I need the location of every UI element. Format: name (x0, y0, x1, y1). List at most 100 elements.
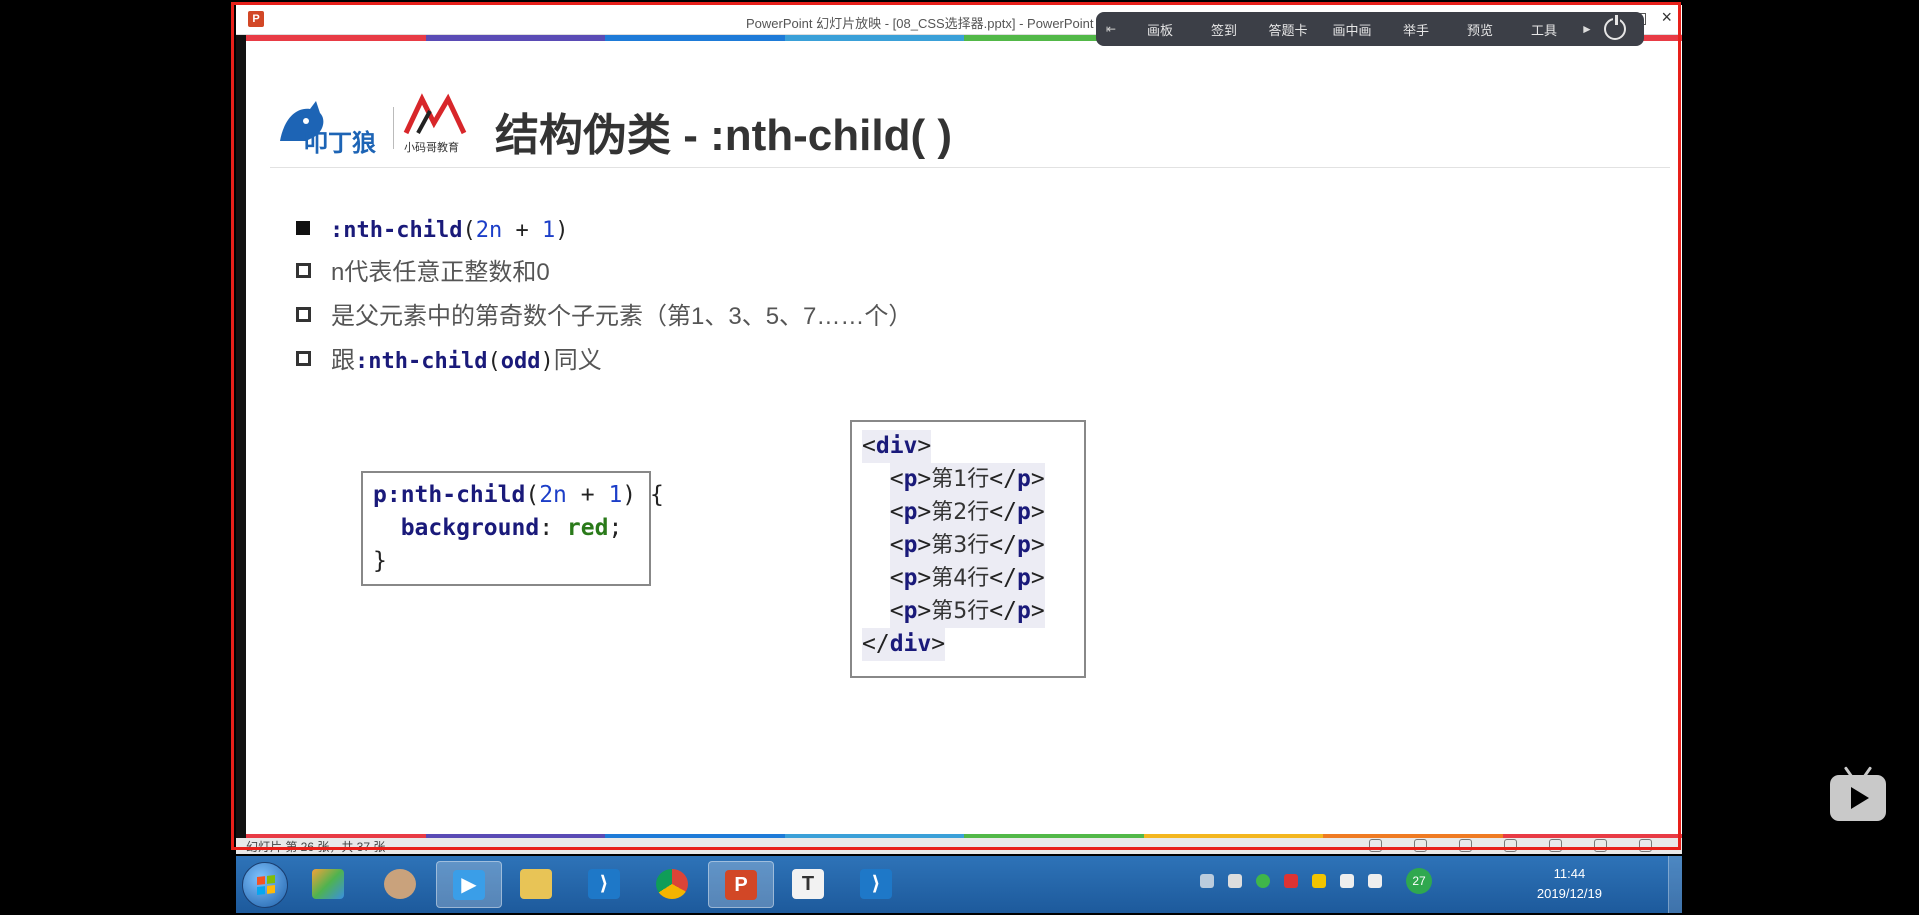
volume-icon[interactable] (1368, 874, 1382, 888)
css-semicolon: ; (608, 515, 623, 541)
stripe-segment (246, 35, 426, 41)
toolbar-item-answer-card[interactable]: 答题卡 (1256, 20, 1320, 39)
taskbar-app-vscode-1[interactable]: ⟩ (572, 861, 638, 908)
bullet-4-paren-close: ) (540, 349, 554, 374)
html-code-box: <div> <p>第1行</p> <p>第2行</p> <p>第3行</p> <… (850, 420, 1086, 678)
bullet-1-arg-2n: 2n (475, 218, 503, 243)
slide-sorter-icon[interactable] (1549, 839, 1562, 852)
taskbar-app-chrome[interactable] (640, 861, 706, 908)
wolf-logo-text: 叩丁狼 (304, 129, 376, 157)
power-icon[interactable] (1604, 15, 1626, 40)
slide: 叩丁狼 小码哥教育 结构伪类 - :nth-child( ) :nth-chil… (236, 35, 1682, 840)
next-slide-icon[interactable] (1459, 839, 1472, 852)
html-row-tag: p (903, 499, 918, 525)
html-row-text: 第1行 (931, 467, 990, 492)
taskbar-app-media[interactable]: ▶ (436, 861, 502, 908)
bullet-1-paren-open: ( (462, 218, 476, 243)
xiaomage-logo: 小码哥教育 (403, 93, 467, 154)
reading-view-icon[interactable] (1594, 839, 1607, 852)
toolbar-item-signin[interactable]: 签到 (1192, 20, 1256, 39)
classroom-toolbar: ⇤ 画板 签到 答题卡 画中画 举手 预览 工具 ► (1096, 12, 1644, 46)
powerpoint-statusbar: 幻灯片 第 26 张，共 37 张 (236, 838, 1682, 854)
flag-icon[interactable] (1284, 874, 1298, 888)
play-icon (1851, 787, 1869, 809)
security-icon[interactable] (1312, 874, 1326, 888)
html-row-tag: p (1016, 466, 1031, 492)
html-row: <p>第1行</p> (889, 463, 1045, 496)
slide-counter: 幻灯片 第 26 张，共 37 张 (246, 840, 386, 854)
tray-badge[interactable]: 27 (1406, 868, 1432, 894)
clock[interactable]: 11:44 2019/12/19 (1537, 864, 1602, 904)
clock-date: 2019/12/19 (1536, 886, 1602, 901)
start-button[interactable] (242, 862, 288, 908)
media-player-icon: ▶ (453, 870, 485, 900)
normal-view-icon[interactable] (1504, 839, 1517, 852)
pinwheel-icon (312, 869, 344, 899)
css-arg-close: ) { (622, 482, 664, 508)
view-buttons (1369, 839, 1652, 852)
bullet-3-text: 是父元素中的第奇数个子元素（第1、3、5、7……个） (331, 303, 913, 330)
clock-time: 11:44 (1553, 866, 1586, 881)
bullet-4: 跟:nth-child(odd)同义 (296, 344, 602, 378)
green-status-icon[interactable] (1256, 874, 1270, 888)
html-row-tag: p (903, 466, 918, 492)
css-value: red (566, 515, 609, 541)
keyboard-icon[interactable] (1200, 874, 1214, 888)
bullet-square-hollow-icon (296, 263, 311, 279)
toolbar-item-pip[interactable]: 画中画 (1320, 20, 1384, 39)
html-row-tag: p (1016, 598, 1031, 624)
html-row-tag: p (1016, 565, 1031, 591)
bullet-4-paren-open: ( (487, 349, 501, 374)
bullet-square-filled-icon (296, 220, 310, 235)
bullet-2-text: n代表任意正整数和0 (331, 259, 550, 286)
html-row-text: 第2行 (931, 500, 990, 525)
css-colon: : (539, 515, 567, 541)
vscode-icon: ⟩ (588, 869, 620, 899)
close-icon[interactable]: × (1661, 7, 1672, 28)
menu-icon[interactable] (1414, 839, 1427, 852)
html-open-div: div (875, 433, 918, 459)
arrow-right-icon[interactable]: ► (1576, 22, 1598, 36)
html-row-tag: p (903, 532, 918, 558)
show-desktop-button[interactable] (1668, 856, 1682, 913)
html-row-text: 第4行 (931, 566, 990, 591)
bullet-1-arg-1: 1 (541, 218, 556, 243)
toolbar-item-preview[interactable]: 预览 (1448, 20, 1512, 39)
taskbar-app-pinwheel[interactable] (296, 861, 362, 908)
taskbar-app-vscode-2[interactable]: ⟩ (844, 861, 910, 908)
toolbar-item-draw[interactable]: 画板 (1128, 20, 1192, 39)
toolbar-item-tools[interactable]: 工具 (1512, 20, 1576, 39)
css-selector: p:nth-child (373, 482, 526, 508)
title-divider (270, 167, 1670, 168)
taskbar-app-avatar[interactable] (368, 861, 434, 908)
tray-expand-icon[interactable] (1228, 874, 1242, 888)
chrome-icon (656, 869, 688, 899)
prev-slide-icon[interactable] (1369, 839, 1382, 852)
css-arg-2n: 2n (539, 482, 567, 508)
bullet-4-prefix: 跟 (331, 347, 355, 374)
bullet-1-paren-close: ) (555, 218, 569, 243)
system-tray (1200, 874, 1382, 888)
html-close-div: div (889, 631, 932, 657)
taskbar-app-explorer[interactable] (504, 861, 570, 908)
wolf-logo: 叩丁狼 (280, 101, 376, 157)
bullet-1: :nth-child(2n + 1) (296, 213, 568, 247)
taskbar-app-powerpoint[interactable]: P (708, 861, 774, 908)
taskbar-app-typora[interactable]: T (776, 861, 842, 908)
xiaomage-caption: 小码哥教育 (404, 140, 459, 154)
bilibili-tv-icon[interactable] (1830, 775, 1886, 821)
windows-taskbar: ▶ ⟩ P T ⟩ 27 11:44 2019/12/19 (236, 856, 1682, 913)
slideshow-view-icon[interactable] (1639, 839, 1652, 852)
html-row-tag: p (903, 565, 918, 591)
slide-title: 结构伪类 - :nth-child( ) (495, 111, 953, 160)
css-arg-1: 1 (608, 482, 623, 508)
bullet-1-plus: + (502, 218, 542, 243)
network-icon[interactable] (1340, 874, 1354, 888)
powerpoint-icon: P (248, 11, 264, 27)
css-arg-plus: + (566, 482, 609, 508)
toolbar-item-raise-hand[interactable]: 举手 (1384, 20, 1448, 39)
stripe-segment (784, 35, 964, 41)
collapse-icon[interactable]: ⇤ (1106, 22, 1128, 36)
css-code-box: p:nth-child(2n + 1) { background: red; } (361, 471, 664, 586)
bullet-1-selector: :nth-child (330, 218, 463, 243)
